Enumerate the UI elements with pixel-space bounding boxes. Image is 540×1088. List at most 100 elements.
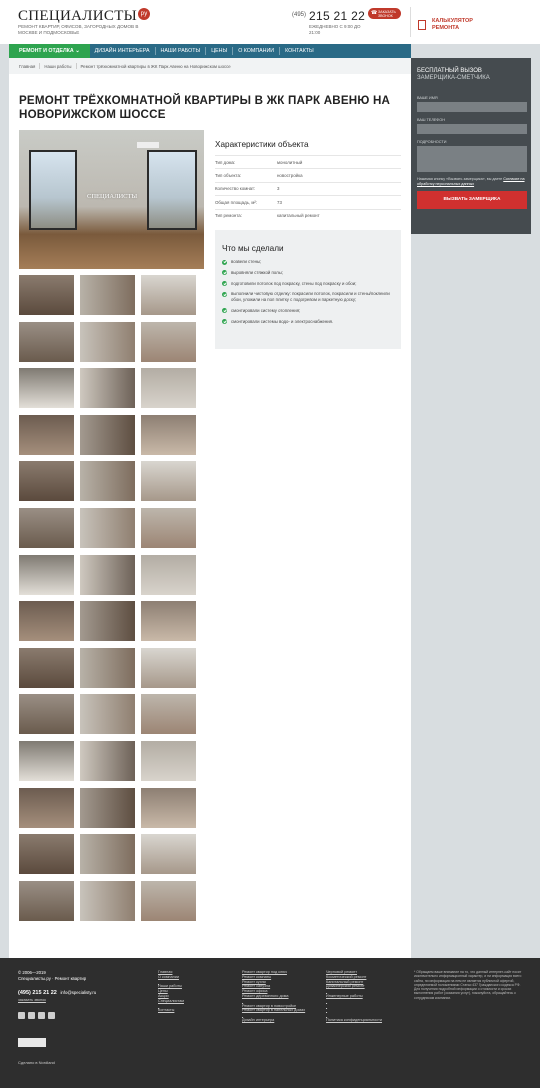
- gallery-thumbnail[interactable]: [80, 741, 135, 781]
- gallery-thumbnail[interactable]: [80, 554, 135, 595]
- footer-phone[interactable]: (495) 215 21 22: [18, 990, 57, 996]
- work-done-title: Что мы сделали: [222, 244, 284, 253]
- site-header: СПЕЦИАЛИСТЫ ру РЕМОНТ КВАРТИР, ОФИСОВ, ЗА…: [0, 0, 540, 44]
- gallery-thumbnail[interactable]: [80, 368, 135, 409]
- gallery-thumbnail[interactable]: [19, 554, 74, 595]
- gallery-thumbnail[interactable]: [19, 647, 74, 688]
- gallery-thumbnail[interactable]: [141, 368, 196, 409]
- facebook-icon[interactable]: [18, 1012, 25, 1019]
- gallery-thumbnail[interactable]: [19, 601, 74, 642]
- footer-link[interactable]: Политика конфиденциальности: [326, 1018, 406, 1023]
- instagram-icon[interactable]: [38, 1012, 45, 1019]
- site-footer: © 2006—2019 Специалисты.ру · Ремонт кварт…: [0, 958, 540, 1088]
- work-item: возвели стены;: [222, 259, 394, 265]
- gallery-thumbnail[interactable]: [80, 834, 135, 875]
- gallery-thumbnail[interactable]: [141, 275, 196, 315]
- nav-item-works[interactable]: НАШИ РАБОТЫ: [156, 44, 206, 58]
- nav-item-prices[interactable]: ЦЕНЫ: [206, 44, 232, 58]
- char-value: монолитный: [277, 159, 303, 165]
- work-item-text: подготовили потолок под покраску, стены …: [231, 280, 357, 286]
- gallery-thumbnail[interactable]: [80, 647, 135, 688]
- footer-link[interactable]: Дизайн интерьера: [242, 1018, 322, 1023]
- work-item: выполнили чистовую отделку: покрасили по…: [222, 291, 394, 303]
- name-field[interactable]: [417, 102, 527, 112]
- footer-order-call[interactable]: заказать звонок: [18, 998, 46, 1002]
- gallery-thumbnail[interactable]: [80, 601, 135, 642]
- logo[interactable]: СПЕЦИАЛИСТЫ ру: [18, 8, 151, 25]
- gallery-thumbnail[interactable]: [19, 508, 74, 548]
- photo-window: [29, 150, 77, 230]
- vk-icon[interactable]: [28, 1012, 35, 1019]
- work-item-text: выровняли стяжкой полы;: [231, 269, 283, 275]
- nav-item-repair[interactable]: РЕМОНТ И ОТДЕЛКА ⌄: [9, 44, 90, 58]
- page-title: РЕМОНТ ТРЁХКОМНАТНОЙ КВАРТИРЫ В ЖК ПАРК …: [19, 94, 391, 121]
- gallery-thumbnail[interactable]: [141, 741, 196, 781]
- work-item: смонтировали системы водо- и электроснаб…: [222, 319, 394, 325]
- chevron-down-icon: ⌄: [75, 48, 80, 54]
- footer-email[interactable]: info@specialisty.ru: [60, 990, 96, 995]
- char-key: Количество комнат:: [215, 186, 256, 192]
- work-item: выровняли стяжкой полы;: [222, 270, 394, 276]
- gallery-thumbnail[interactable]: [141, 834, 196, 875]
- footer-link[interactable]: Контакты: [158, 1008, 230, 1013]
- gallery-thumbnail[interactable]: [19, 368, 74, 409]
- char-key: Тип дома:: [215, 159, 236, 165]
- gallery-thumbnail[interactable]: [19, 321, 74, 362]
- char-key: Общая площадь, м²:: [215, 199, 258, 205]
- gallery-thumbnail[interactable]: [19, 880, 74, 921]
- nav-item-design[interactable]: ДИЗАЙН ИНТЕРЬЕРА: [90, 44, 155, 58]
- breadcrumb-works[interactable]: Наши работы: [44, 64, 71, 69]
- logo-badge: ру: [138, 8, 151, 20]
- nav-item-about[interactable]: О КОМПАНИИ: [233, 44, 279, 58]
- check-icon: [222, 319, 227, 325]
- gallery-thumbnail[interactable]: [141, 601, 196, 642]
- gallery-thumbnail[interactable]: [141, 414, 196, 455]
- phone-icon: ☎: [371, 9, 378, 16]
- gallery-thumbnail[interactable]: [19, 275, 74, 315]
- work-item-text: возвели стены;: [231, 259, 262, 264]
- gallery-thumbnail[interactable]: [141, 647, 196, 688]
- phone-label: ВАШ ТЕЛЕФОН: [417, 118, 445, 122]
- callback-button[interactable]: ☎ ЗАКАЗАТЬ ЗВОНОК: [368, 8, 401, 19]
- check-icon: [222, 281, 227, 287]
- gallery-thumbnail[interactable]: [80, 461, 135, 502]
- check-icon: [222, 259, 227, 265]
- gallery-thumbnail[interactable]: [19, 414, 74, 455]
- youtube-icon[interactable]: [48, 1012, 55, 1019]
- char-key: Тип ремонта:: [215, 213, 242, 219]
- gallery-thumbnail[interactable]: [141, 461, 196, 502]
- details-field[interactable]: [417, 146, 527, 172]
- gallery-thumbnail[interactable]: [19, 694, 74, 735]
- gallery-thumbnail[interactable]: [141, 321, 196, 362]
- breadcrumb-home[interactable]: Главная: [19, 64, 35, 69]
- gallery-thumbnail[interactable]: [141, 508, 196, 548]
- gallery-thumbnail[interactable]: [80, 321, 135, 362]
- footer-col-services: Ремонт квартир под ключ Ремонт комнаты Рем…: [242, 970, 322, 1023]
- gallery-thumbnail[interactable]: [80, 880, 135, 921]
- gallery-thumbnail[interactable]: [19, 834, 74, 875]
- gallery-thumbnail[interactable]: [80, 275, 135, 315]
- gallery-thumbnail[interactable]: [141, 554, 196, 595]
- gallery-thumbnail[interactable]: [141, 787, 196, 828]
- gallery-thumbnail[interactable]: [80, 508, 135, 548]
- gallery-thumbnail[interactable]: [141, 694, 196, 735]
- gallery-thumbnail[interactable]: [80, 787, 135, 828]
- main-nav: РЕМОНТ И ОТДЕЛКА ⌄ ДИЗАЙН ИНТЕРЬЕРА НАШИ…: [9, 44, 411, 58]
- gallery-thumbnail[interactable]: [80, 414, 135, 455]
- main-photo[interactable]: СПЕЦИАЛИСТЫ: [19, 130, 204, 269]
- gallery-thumbnail[interactable]: [141, 880, 196, 921]
- call-measurer-button[interactable]: ВЫЗВАТЬ ЗАМЕРЩИКА: [417, 191, 527, 210]
- phone-number[interactable]: 215 21 22: [309, 9, 365, 23]
- phone-field[interactable]: [417, 124, 527, 134]
- work-item-text: смонтировали системы водо- и электроснаб…: [231, 318, 334, 324]
- made-by[interactable]: Сделано в Nordland: [18, 1060, 55, 1065]
- gallery-thumbnail[interactable]: [19, 741, 74, 781]
- callback-label: ЗАКАЗАТЬ ЗВОНОК: [378, 9, 396, 18]
- gallery-thumbnail[interactable]: [80, 694, 135, 735]
- form-title: БЕСПЛАТНЫЙ ВЫЗОВ: [417, 68, 482, 74]
- gallery-thumbnail[interactable]: [19, 787, 74, 828]
- form-subtitle: ЗАМЕРЩИКА-СМЕТЧИКА: [417, 75, 490, 81]
- gallery-thumbnail[interactable]: [19, 461, 74, 502]
- nav-item-contacts[interactable]: КОНТАКТЫ: [280, 44, 319, 58]
- calculator-link[interactable]: КАЛЬКУЛЯТОР РЕМОНТА: [418, 18, 492, 31]
